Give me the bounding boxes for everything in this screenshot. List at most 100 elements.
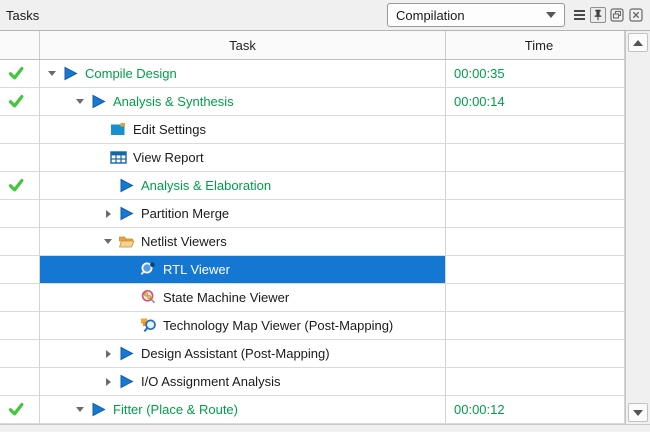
time-cell — [446, 200, 625, 228]
panel-titlebar[interactable]: Tasks Compilation — [0, 0, 650, 31]
task-label: Edit Settings — [133, 122, 206, 137]
status-column-header — [0, 31, 40, 59]
time-cell — [446, 116, 625, 144]
technology-map-viewer-icon — [140, 317, 157, 334]
time-cell: 00:00:35 — [446, 60, 625, 88]
flow-selector-value: Compilation — [396, 8, 546, 23]
status-cell — [0, 256, 40, 284]
expander-collapse-icon[interactable] — [98, 239, 118, 244]
play-icon — [90, 93, 107, 110]
close-icon — [629, 8, 643, 22]
vertical-scrollbar[interactable] — [625, 31, 650, 424]
play-icon — [118, 205, 135, 222]
table-row[interactable]: Technology Map Viewer (Post-Mapping) — [0, 312, 650, 340]
status-cell — [0, 60, 40, 88]
expander-expand-icon[interactable] — [98, 210, 118, 218]
play-icon — [118, 345, 135, 362]
time-cell — [446, 284, 625, 312]
table-row[interactable]: View Report — [0, 144, 650, 172]
status-cell — [0, 144, 40, 172]
close-button[interactable] — [628, 7, 644, 23]
time-cell — [446, 256, 625, 284]
panel-title: Tasks — [6, 8, 39, 23]
float-window-icon — [610, 8, 624, 22]
status-cell — [0, 172, 40, 200]
check-icon — [8, 93, 25, 110]
task-label: RTL Viewer — [163, 262, 230, 277]
play-icon — [62, 65, 79, 82]
expander-collapse-icon[interactable] — [42, 71, 62, 76]
table-row[interactable]: Edit Settings — [0, 116, 650, 144]
time-cell — [446, 172, 625, 200]
task-label: Netlist Viewers — [141, 234, 227, 249]
status-cell — [0, 368, 40, 396]
arrow-up-icon — [633, 40, 643, 46]
table-header-row: Task Time — [0, 31, 650, 60]
time-cell — [446, 312, 625, 340]
table-row-selected[interactable]: RTL Viewer — [0, 256, 650, 284]
check-icon — [8, 177, 25, 194]
folder-icon — [118, 233, 135, 250]
status-cell — [0, 340, 40, 368]
table-row[interactable]: Fitter (Place & Route) 00:00:12 — [0, 396, 650, 424]
edit-settings-icon — [110, 121, 127, 138]
table-row[interactable]: State Machine Viewer — [0, 284, 650, 312]
view-report-icon — [110, 149, 127, 166]
state-machine-viewer-icon — [140, 289, 157, 306]
time-cell — [446, 368, 625, 396]
time-cell: 00:00:14 — [446, 88, 625, 116]
check-icon — [8, 65, 25, 82]
play-icon — [118, 373, 135, 390]
task-label: I/O Assignment Analysis — [141, 374, 280, 389]
status-cell — [0, 284, 40, 312]
status-cell — [0, 88, 40, 116]
chevron-down-icon — [546, 12, 556, 18]
table-row[interactable]: Analysis & Elaboration — [0, 172, 650, 200]
tasks-table: Task Time Compile Design 00:00:35 Ana — [0, 31, 650, 424]
tasks-panel: Tasks Compilation Task Time — [0, 0, 650, 432]
task-label: Analysis & Elaboration — [141, 178, 271, 193]
time-cell — [446, 340, 625, 368]
table-row[interactable]: Analysis & Synthesis 00:00:14 — [0, 88, 650, 116]
status-cell — [0, 396, 40, 424]
scroll-down-button[interactable] — [628, 403, 648, 422]
pin-button[interactable] — [590, 7, 606, 23]
flow-selector-dropdown[interactable]: Compilation — [387, 3, 565, 27]
float-window-button[interactable] — [609, 7, 625, 23]
task-label: Compile Design — [85, 66, 177, 81]
pin-icon — [591, 7, 605, 23]
task-label: State Machine Viewer — [163, 290, 289, 305]
time-cell — [446, 144, 625, 172]
time-column-header: Time — [446, 31, 625, 59]
table-row[interactable]: Netlist Viewers — [0, 228, 650, 256]
scroll-up-button[interactable] — [628, 33, 648, 52]
hamburger-menu-icon[interactable] — [572, 8, 587, 22]
status-cell — [0, 228, 40, 256]
status-cell — [0, 312, 40, 340]
arrow-down-icon — [633, 410, 643, 416]
expander-collapse-icon[interactable] — [70, 407, 90, 412]
table-row[interactable]: I/O Assignment Analysis — [0, 368, 650, 396]
play-icon — [90, 401, 107, 418]
table-row[interactable]: Design Assistant (Post-Mapping) — [0, 340, 650, 368]
task-label: Fitter (Place & Route) — [113, 402, 238, 417]
expander-collapse-icon[interactable] — [70, 99, 90, 104]
rtl-viewer-icon — [140, 261, 157, 278]
time-cell — [446, 228, 625, 256]
time-cell: 00:00:12 — [446, 396, 625, 424]
task-label: Technology Map Viewer (Post-Mapping) — [163, 318, 393, 333]
expander-expand-icon[interactable] — [98, 378, 118, 386]
task-column-header: Task — [40, 31, 446, 59]
play-icon — [118, 177, 135, 194]
panel-bottom-strip — [0, 424, 650, 432]
task-label: Analysis & Synthesis — [113, 94, 234, 109]
task-label: View Report — [133, 150, 204, 165]
status-cell — [0, 116, 40, 144]
status-cell — [0, 200, 40, 228]
table-row[interactable]: Partition Merge — [0, 200, 650, 228]
expander-expand-icon[interactable] — [98, 350, 118, 358]
task-label: Design Assistant (Post-Mapping) — [141, 346, 330, 361]
table-row[interactable]: Compile Design 00:00:35 — [0, 60, 650, 88]
check-icon — [8, 401, 25, 418]
task-label: Partition Merge — [141, 206, 229, 221]
